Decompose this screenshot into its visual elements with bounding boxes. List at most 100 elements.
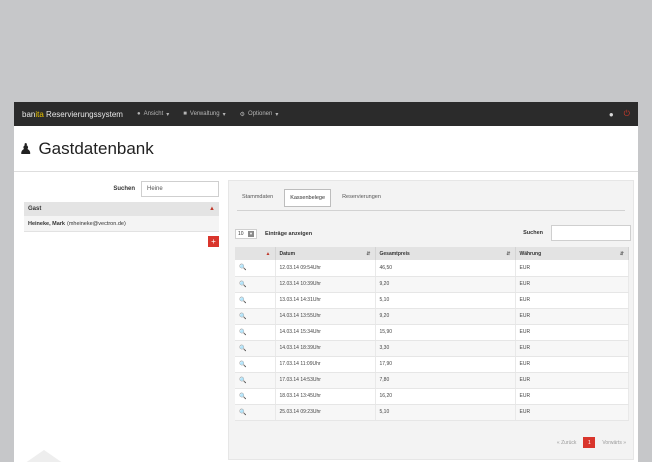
table-search-label: Suchen	[523, 230, 543, 236]
sort-icon: ▲	[209, 206, 215, 212]
table-row[interactable]: 🔍 18.03.14 13:45Uhr 16,20 EUR	[235, 388, 629, 405]
cell-date: 25.03.14 09:23Uhr	[275, 404, 376, 421]
cell-currency: EUR	[515, 308, 629, 325]
user-icon: ♟	[19, 140, 33, 158]
cell-date: 17.03.14 14:53Uhr	[275, 372, 376, 389]
cell-date: 14.03.14 18:39Uhr	[275, 340, 376, 357]
cell-date: 18.03.14 13:45Uhr	[275, 388, 376, 405]
table-row[interactable]: 🔍 14.03.14 13:55Uhr 9,20 EUR	[235, 308, 629, 325]
gear-icon: ⚙	[239, 111, 245, 118]
cell-price: 9,20	[375, 308, 516, 325]
sort-asc-icon: ▲	[265, 250, 271, 257]
menu-ansicht[interactable]: ● Ansicht ▾	[137, 111, 169, 118]
tab-reservierungen[interactable]: Reservierungen	[337, 189, 386, 207]
cell-date: 14.03.14 13:55Uhr	[275, 308, 376, 325]
chevron-down-icon: ▼	[248, 231, 254, 237]
tab-stammdaten[interactable]: Stammdaten	[237, 189, 278, 207]
settings-icon[interactable]: ●	[609, 110, 614, 119]
navbar: banita Reservierungssystem ● Ansicht ▾ ■ …	[14, 102, 638, 126]
cell-price: 9,20	[375, 276, 516, 293]
sort-icon: ⇵	[506, 250, 511, 257]
page: ♟ Gastdatenbank Suchen Heine Gast ▲ Hein…	[14, 126, 638, 462]
pagination: « Zurück 1 Vorwärts »	[554, 437, 629, 448]
tab-kassenbelege[interactable]: Kassenbelege	[284, 189, 332, 207]
cell-currency: EUR	[515, 324, 629, 341]
guest-row[interactable]: Heineke, Mark (mheineke@vectron.de)	[24, 216, 219, 232]
table-row[interactable]: 🔍 25.03.14 09:23Uhr 5,10 EUR	[235, 404, 629, 421]
col-datum-header[interactable]: Datum ⇵	[275, 247, 376, 260]
entries-length-label: Einträge anzeigen	[265, 231, 313, 237]
cell-date: 13.03.14 14:31Uhr	[275, 292, 376, 309]
zoom-icon[interactable]: 🔍	[235, 276, 276, 293]
receipts-table: ▲ Datum ⇵ Gesamtpreis ⇵ Währung ⇵ 🔍 12.03.14…	[235, 247, 629, 421]
folder-icon: ■	[183, 111, 187, 117]
cell-currency: EUR	[515, 388, 629, 405]
zoom-icon[interactable]: 🔍	[235, 324, 276, 341]
cell-price: 15,90	[375, 324, 516, 341]
cell-price: 7,80	[375, 372, 516, 389]
cell-currency: EUR	[515, 260, 629, 277]
table-row[interactable]: 🔍 12.03.14 10:39Uhr 9,20 EUR	[235, 276, 629, 293]
pager-prev[interactable]: « Zurück	[554, 438, 579, 448]
detail-panel: Stammdaten Kassenbelege Reservierungen 1…	[228, 180, 634, 460]
pager-next[interactable]: Vorwärts »	[599, 438, 629, 448]
table-search-input[interactable]	[551, 225, 631, 241]
zoom-icon[interactable]: 🔍	[235, 388, 276, 405]
guest-search-input[interactable]: Heine	[141, 181, 219, 197]
zoom-icon[interactable]: 🔍	[235, 292, 276, 309]
guest-search-label: Suchen	[113, 186, 135, 192]
cell-price: 3,30	[375, 340, 516, 357]
col-gesamtpreis-header[interactable]: Gesamtpreis ⇵	[375, 247, 516, 260]
col-icon-header: ▲	[235, 247, 276, 260]
zoom-icon[interactable]: 🔍	[235, 372, 276, 389]
pager-page[interactable]: 1	[583, 437, 596, 448]
table-row[interactable]: 🔍 14.03.14 15:34Uhr 15,90 EUR	[235, 324, 629, 341]
menu-verwaltung[interactable]: ■ Verwaltung ▾	[183, 111, 225, 118]
zoom-icon[interactable]: 🔍	[235, 404, 276, 421]
guest-column-header[interactable]: Gast ▲	[24, 202, 219, 216]
cell-date: 14.03.14 15:34Uhr	[275, 324, 376, 341]
cell-price: 16,20	[375, 388, 516, 405]
guest-email: (mheineke@vectron.de)	[67, 220, 126, 227]
menu-optionen[interactable]: ⚙ Optionen ▾	[240, 111, 279, 118]
cell-price: 46,50	[375, 260, 516, 277]
cell-date: 12.03.14 10:39Uhr	[275, 276, 376, 293]
power-icon[interactable]: ⏻	[624, 109, 630, 119]
cell-price: 5,10	[375, 292, 516, 309]
tab-bar: Stammdaten Kassenbelege Reservierungen	[237, 189, 386, 207]
page-title: Gastdatenbank	[38, 138, 154, 158]
guest-panel: Suchen Heine Gast ▲ Heineke, Mark (mhein…	[24, 180, 219, 247]
cell-date: 12.03.14 09:54Uhr	[275, 260, 376, 277]
sort-icon: ⇵	[619, 250, 624, 257]
user-icon: ●	[136, 111, 141, 117]
caret-down-icon: ▾	[166, 111, 170, 118]
table-row[interactable]: 🔍 13.03.14 14:31Uhr 5,10 EUR	[235, 292, 629, 309]
sort-icon: ⇵	[366, 250, 371, 257]
tab-divider	[237, 210, 625, 211]
table-row[interactable]: 🔍 14.03.14 18:39Uhr 3,30 EUR	[235, 340, 629, 357]
table-row[interactable]: 🔍 17.03.14 14:53Uhr 7,80 EUR	[235, 372, 629, 389]
zoom-icon[interactable]: 🔍	[235, 308, 276, 325]
add-guest-button[interactable]: +	[208, 236, 219, 247]
cell-currency: EUR	[515, 276, 629, 293]
cell-date: 17.03.14 11:09Uhr	[275, 356, 376, 373]
cell-currency: EUR	[515, 404, 629, 421]
cell-currency: EUR	[515, 372, 629, 389]
cell-currency: EUR	[515, 340, 629, 357]
brand[interactable]: banita Reservierungssystem	[22, 110, 123, 119]
table-row[interactable]: 🔍 17.03.14 11:09Uhr 17,90 EUR	[235, 356, 629, 373]
overlay-triangle	[18, 450, 70, 462]
guest-name: Heineke, Mark	[28, 220, 65, 227]
zoom-icon[interactable]: 🔍	[235, 260, 276, 277]
cell-price: 17,90	[375, 356, 516, 373]
col-waehrung-header[interactable]: Währung ⇵	[515, 247, 629, 260]
caret-down-icon: ▾	[222, 111, 226, 118]
zoom-icon[interactable]: 🔍	[235, 356, 276, 373]
cell-currency: EUR	[515, 292, 629, 309]
caret-down-icon: ▾	[275, 111, 279, 118]
entries-length-select[interactable]: 10 ▼	[235, 229, 257, 239]
page-header: ♟ Gastdatenbank	[14, 126, 638, 172]
table-row[interactable]: 🔍 12.03.14 09:54Uhr 46,50 EUR	[235, 260, 629, 277]
cell-price: 5,10	[375, 404, 516, 421]
zoom-icon[interactable]: 🔍	[235, 340, 276, 357]
